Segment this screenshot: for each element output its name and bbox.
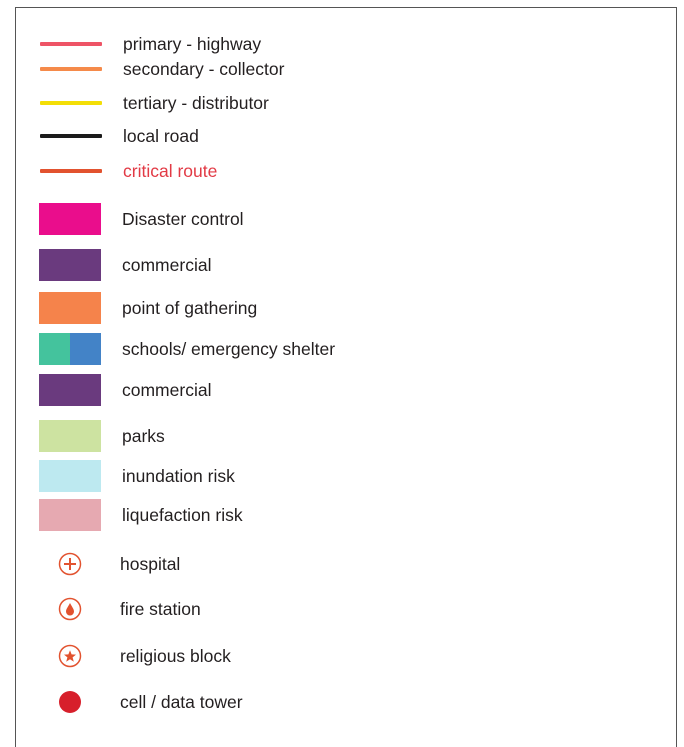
parks-swatch <box>39 420 101 452</box>
disaster-control-swatch <box>39 203 101 235</box>
legend-label: primary - highway <box>123 33 262 54</box>
legend-label: tertiary - distributor <box>123 92 269 113</box>
legend-label: fire station <box>120 598 201 619</box>
legend-label: commercial <box>122 379 212 400</box>
legend-label: parks <box>122 425 165 446</box>
legend-item-secondary-collector: secondary - collector <box>40 57 284 81</box>
cell-tower-icon <box>59 691 81 713</box>
legend-item-liquefaction-risk: liquefaction risk <box>39 499 243 531</box>
legend-item-tertiary-distributor: tertiary - distributor <box>40 91 269 115</box>
legend-label: schools/ emergency shelter <box>122 338 336 359</box>
legend-item-inundation-risk: inundation risk <box>39 460 235 492</box>
legend-item-cell-data-tower: cell / data tower <box>39 687 243 717</box>
legend-label: cell / data tower <box>120 691 243 712</box>
legend-item-religious-block: religious block <box>39 641 231 671</box>
legend-item-schools-emergency-shelter: schools/ emergency shelter <box>39 333 335 365</box>
legend-item-hospital: hospital <box>39 549 180 579</box>
local-road-line-swatch <box>40 134 102 138</box>
legend-item-point-of-gathering: point of gathering <box>39 292 257 324</box>
legend-panel: primary - highway secondary - collector … <box>15 7 677 747</box>
schools-emergency-shelter-swatch <box>39 333 101 365</box>
legend-label: liquefaction risk <box>122 504 243 525</box>
commercial-swatch <box>39 249 101 281</box>
legend-item-parks: parks <box>39 420 165 452</box>
legend-label: point of gathering <box>122 297 258 318</box>
legend-item-commercial: commercial <box>39 249 211 281</box>
legend-label: local road <box>123 125 199 146</box>
legend-item-primary-highway: primary - highway <box>40 32 261 56</box>
legend-item-local-road: local road <box>40 124 199 148</box>
legend-label: hospital <box>120 553 181 574</box>
liquefaction-risk-swatch <box>39 499 101 531</box>
legend-label: secondary - collector <box>123 58 285 79</box>
tertiary-distributor-line-swatch <box>40 101 102 105</box>
commercial-swatch <box>39 374 101 406</box>
inundation-risk-swatch <box>39 460 101 492</box>
legend-label: Disaster control <box>122 208 244 229</box>
primary-highway-line-swatch <box>40 42 102 46</box>
legend-item-critical-route: critical route <box>40 159 217 183</box>
critical-route-line-swatch <box>40 169 102 173</box>
religious-block-icon <box>58 644 82 668</box>
legend-label: commercial <box>122 254 212 275</box>
shelter-swatch-part <box>70 333 101 365</box>
legend-label: inundation risk <box>122 465 235 486</box>
legend-label: critical route <box>123 160 218 181</box>
point-of-gathering-swatch <box>39 292 101 324</box>
secondary-collector-line-swatch <box>40 67 102 71</box>
hospital-icon <box>58 552 82 576</box>
legend-item-fire-station: fire station <box>39 594 201 624</box>
legend-item-disaster-control: Disaster control <box>39 203 244 235</box>
legend-label: religious block <box>120 645 231 666</box>
fire-station-icon <box>58 597 82 621</box>
legend-item-commercial-2: commercial <box>39 374 211 406</box>
schools-swatch-part <box>39 333 70 365</box>
